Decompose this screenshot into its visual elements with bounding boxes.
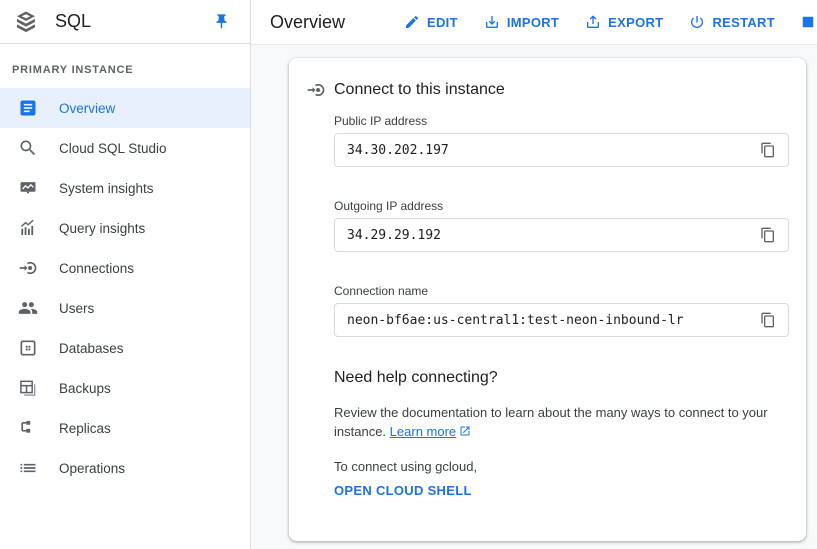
connections-icon — [18, 258, 38, 278]
sidebar-item-label: Backups — [59, 381, 111, 396]
sidebar-item-connections[interactable]: Connections — [0, 248, 250, 288]
edit-button[interactable]: EDIT — [404, 14, 458, 30]
databases-icon — [18, 338, 38, 358]
public-ip-box: 34.30.202.197 — [334, 133, 789, 167]
sidebar-item-label: Connections — [59, 261, 134, 276]
sidebar-item-replicas[interactable]: Replicas — [0, 408, 250, 448]
sidebar-header: SQL — [0, 0, 250, 44]
toolbar-actions: EDIT IMPORT EXPORT RESTART — [404, 0, 815, 44]
sidebar-item-query-insights[interactable]: Query insights — [0, 208, 250, 248]
stop-icon — [801, 15, 815, 29]
import-button-label: IMPORT — [507, 15, 559, 30]
copy-button[interactable] — [756, 308, 780, 332]
field-label: Connection name — [334, 284, 789, 298]
toolbar: Overview EDIT IMPORT EXPORT RESTART — [251, 0, 817, 45]
sidebar-item-label: System insights — [59, 181, 154, 196]
outgoing-ip-box: 34.29.29.192 — [334, 218, 789, 252]
sidebar-item-databases[interactable]: Databases — [0, 328, 250, 368]
connection-name-box: neon-bf6ae:us-central1:test-neon-inbound… — [334, 303, 789, 337]
users-icon — [18, 298, 38, 318]
sidebar-item-label: Replicas — [59, 421, 111, 436]
help-title: Need help connecting? — [334, 369, 789, 387]
external-link-icon — [456, 424, 471, 439]
sidebar-item-cloud-sql-studio[interactable]: Cloud SQL Studio — [0, 128, 250, 168]
export-button-label: EXPORT — [608, 15, 663, 30]
document-icon — [18, 98, 38, 118]
field-label: Public IP address — [334, 114, 789, 128]
sidebar-item-overview[interactable]: Overview — [0, 88, 250, 128]
edit-button-label: EDIT — [427, 15, 458, 30]
product-title: SQL — [55, 11, 213, 32]
connect-card-body: Public IP address 34.30.202.197 Outgoing… — [334, 114, 789, 500]
sidebar-item-users[interactable]: Users — [0, 288, 250, 328]
system-insights-icon — [18, 178, 38, 198]
import-button[interactable]: IMPORT — [484, 14, 559, 30]
outgoing-ip-value: 34.29.29.192 — [347, 228, 756, 243]
public-ip-value: 34.30.202.197 — [347, 143, 756, 158]
connection-name-field: Connection name neon-bf6ae:us-central1:t… — [334, 284, 789, 337]
gcloud-line: To connect using gcloud, — [334, 459, 789, 474]
copy-button[interactable] — [756, 223, 780, 247]
connect-card-header: Connect to this instance — [306, 80, 789, 100]
field-label: Outgoing IP address — [334, 199, 789, 213]
connection-name-value: neon-bf6ae:us-central1:test-neon-inbound… — [347, 313, 756, 328]
pin-button[interactable] — [213, 13, 230, 31]
sidebar-item-operations[interactable]: Operations — [0, 448, 250, 488]
main-area: Overview EDIT IMPORT EXPORT RESTART — [251, 0, 817, 549]
backups-icon — [18, 378, 38, 398]
page-title: Overview — [270, 12, 345, 33]
sidebar-item-label: Users — [59, 301, 94, 316]
copy-icon — [760, 312, 776, 328]
sidebar-item-label: Databases — [59, 341, 124, 356]
query-insights-icon — [18, 218, 38, 238]
search-icon — [18, 138, 38, 158]
restart-button-label: RESTART — [712, 15, 775, 30]
copy-icon — [760, 227, 776, 243]
section-label: PRIMARY INSTANCE — [0, 44, 250, 88]
replicas-icon — [18, 418, 38, 438]
sidebar-item-label: Cloud SQL Studio — [59, 141, 167, 156]
copy-button[interactable] — [756, 138, 780, 162]
help-body: Review the documentation to learn about … — [334, 403, 804, 441]
copy-icon — [760, 142, 776, 158]
sidebar-nav: Overview Cloud SQL Studio System insight… — [0, 88, 250, 488]
card-title: Connect to this instance — [334, 81, 505, 99]
export-button[interactable]: EXPORT — [585, 14, 663, 30]
open-cloud-shell-link[interactable]: OPEN CLOUD SHELL — [334, 483, 472, 498]
public-ip-field: Public IP address 34.30.202.197 — [334, 114, 789, 167]
sidebar-item-label: Overview — [59, 101, 115, 116]
restart-button[interactable]: RESTART — [689, 14, 775, 30]
restart-icon — [689, 14, 705, 30]
sidebar-item-label: Operations — [59, 461, 125, 476]
stop-button[interactable] — [801, 15, 815, 29]
content-area: Connect to this instance Public IP addre… — [251, 45, 817, 549]
sidebar: SQL PRIMARY INSTANCE Overview Cloud SQL … — [0, 0, 251, 549]
sidebar-item-label: Query insights — [59, 221, 145, 236]
export-icon — [585, 14, 601, 30]
learn-more-link[interactable]: Learn more — [390, 424, 456, 439]
operations-icon — [18, 458, 38, 478]
pencil-icon — [404, 14, 420, 30]
import-icon — [484, 14, 500, 30]
connect-card: Connect to this instance Public IP addre… — [289, 58, 806, 541]
connections-icon — [306, 80, 326, 100]
sidebar-item-backups[interactable]: Backups — [0, 368, 250, 408]
outgoing-ip-field: Outgoing IP address 34.29.29.192 — [334, 199, 789, 252]
cloud-sql-logo-icon — [14, 10, 38, 34]
pushpin-icon — [213, 13, 230, 30]
sidebar-item-system-insights[interactable]: System insights — [0, 168, 250, 208]
